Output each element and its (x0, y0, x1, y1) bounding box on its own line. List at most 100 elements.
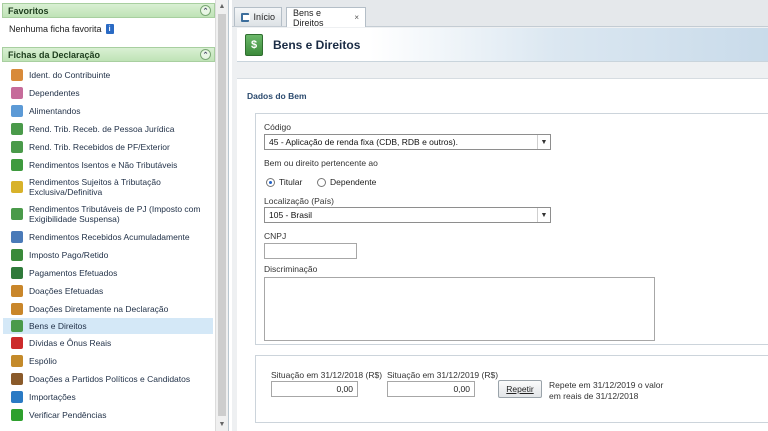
scroll-up-icon[interactable]: ▲ (216, 0, 228, 13)
section-label: Dados do Bem (247, 91, 307, 101)
home-icon (241, 12, 251, 22)
repetir-note: Repete em 31/12/2019 o valor em reais de… (549, 380, 663, 402)
discriminacao-textarea[interactable] (264, 277, 655, 341)
sidebar-item-label: Dependentes (29, 88, 80, 98)
sidebar-item[interactable]: Rendimentos Recebidos Acumuladamente (3, 228, 213, 246)
favoritos-empty-text: Nenhuma ficha favorita (9, 24, 102, 34)
sidebar-item-label: Importações (29, 392, 76, 402)
sidebar-item[interactable]: Doações Diretamente na Declaração (3, 300, 213, 318)
sidebar-item[interactable]: Espólio (3, 352, 213, 370)
sidebar-item[interactable]: Rendimentos Tributáveis de PJ (Imposto c… (3, 200, 213, 228)
sidebar-item-label: Doações a Partidos Políticos e Candidato… (29, 374, 191, 384)
warning-document-icon (11, 181, 23, 193)
sidebar-item[interactable]: Dívidas e Ônus Reais (3, 334, 213, 352)
donation-icon (11, 285, 23, 297)
political-donation-icon (11, 373, 23, 385)
scroll-down-icon[interactable]: ▼ (216, 418, 228, 431)
collapse-favoritos-icon[interactable]: ⌃ (200, 5, 211, 16)
dependente-radio[interactable]: Dependente (317, 177, 376, 187)
sidebar-scrollbar[interactable]: ▲ ▼ (215, 0, 228, 431)
cnpj-label: CNPJ (264, 231, 287, 241)
money-arrow-icon (11, 123, 23, 135)
repetir-note-line1: Repete em 31/12/2019 o valor (549, 380, 664, 390)
tab-inicio[interactable]: Início (234, 7, 282, 26)
sidebar-item[interactable]: Imposto Pago/Retido (3, 246, 213, 264)
sidebar-item[interactable]: Importações (3, 388, 213, 406)
sidebar-item-label: Rend. Trib. Receb. de Pessoa Jurídica (29, 124, 175, 134)
codigo-select[interactable]: 45 - Aplicação de renda fixa (CDB, RDB e… (264, 134, 551, 150)
sidebar-item-label: Dívidas e Ônus Reais (29, 338, 112, 348)
money-warning-icon (11, 208, 23, 220)
donation-direct-icon (11, 303, 23, 315)
codigo-value: 45 - Aplicação de renda fixa (CDB, RDB e… (269, 137, 458, 147)
sidebar-item[interactable]: Dependentes (3, 84, 213, 102)
dependente-label: Dependente (330, 177, 377, 187)
favoritos-header[interactable]: Favoritos ⌃ (2, 3, 215, 18)
family-icon (11, 87, 23, 99)
sidebar-item-label: Rendimentos Recebidos Acumuladamente (29, 232, 190, 242)
radio-selected-icon[interactable] (266, 177, 275, 187)
sidebar-item[interactable]: Pagamentos Efetuados (3, 264, 213, 282)
sidebar-item[interactable]: Doações a Partidos Políticos e Candidato… (3, 370, 213, 388)
radio-unselected-icon[interactable] (317, 177, 326, 187)
sidebar-item-label: Rend. Trib. Recebidos de PF/Exterior (29, 142, 170, 152)
fichas-title: Fichas da Declaração (8, 49, 101, 60)
page-title: Bens e Direitos (273, 37, 361, 52)
situacao-2019-label: Situação em 31/12/2019 (R$) (387, 370, 499, 380)
situacao-panel: Situação em 31/12/2018 (R$) 0,00 Situaçã… (255, 355, 768, 423)
sidebar-item-label: Verificar Pendências (29, 410, 107, 420)
scrollbar-thumb[interactable] (218, 14, 226, 416)
discriminacao-label: Discriminação (264, 264, 318, 274)
repetir-button[interactable]: Repetir (498, 380, 542, 398)
localizacao-select[interactable]: 105 - Brasil ▼ (264, 207, 551, 223)
titular-label: Titular (279, 177, 303, 187)
tab-bens-direitos-label: Bens e Direitos (293, 7, 324, 28)
sidebar-item-label: Rendimentos Isentos e Não Tributáveis (29, 160, 178, 170)
payment-card-icon (11, 267, 23, 279)
fichas-header[interactable]: Fichas da Declaração ⌃ (2, 47, 215, 62)
favoritos-title: Favoritos (8, 5, 49, 16)
cnpj-input[interactable] (264, 243, 357, 259)
fichas-list: Ident. do Contribuinte Dependentes Aliment… (3, 66, 213, 424)
tab-bens-direitos[interactable]: Bens e Direitos × (286, 7, 366, 28)
tab-bar: Início Bens e Direitos × (232, 0, 768, 28)
sidebar-item[interactable]: Ident. do Contribuinte (3, 66, 213, 84)
sidebar-item-label: Rendimentos Tributáveis de PJ (Imposto c… (29, 204, 201, 224)
checkmark-icon (11, 409, 23, 421)
sidebar-item[interactable]: Alimentandos (3, 102, 213, 120)
sidebar-item-label: Espólio (29, 356, 57, 366)
situacao-2019-input[interactable]: 0,00 (387, 381, 475, 397)
sidebar-item[interactable]: Rend. Trib. Recebidos de PF/Exterior (3, 138, 213, 156)
localizacao-label: Localização (País) (264, 196, 334, 206)
child-icon (11, 105, 23, 117)
check-document-icon (11, 159, 23, 171)
chevron-down-icon[interactable]: ▼ (537, 135, 550, 149)
sidebar-item[interactable]: Rendimentos Sujeitos à Tributação Exclus… (3, 174, 213, 200)
tax-paid-icon (11, 249, 23, 261)
collapse-fichas-icon[interactable]: ⌃ (200, 49, 211, 60)
favorite-info-icon[interactable]: i (105, 24, 114, 34)
repetir-note-line2: em reais de 31/12/2018 (549, 391, 639, 401)
assets-icon (11, 320, 23, 332)
close-tab-icon[interactable]: × (354, 13, 359, 22)
situacao-2018-input[interactable]: 0,00 (271, 381, 358, 397)
sidebar-item[interactable]: Rend. Trib. Receb. de Pessoa Jurídica (3, 120, 213, 138)
estate-icon (11, 355, 23, 367)
accumulated-document-icon (11, 231, 23, 243)
import-globe-icon (11, 391, 23, 403)
sidebar-item[interactable]: Doações Efetuadas (3, 282, 213, 300)
sidebar-item-label: Imposto Pago/Retido (29, 250, 109, 260)
person-icon (11, 69, 23, 81)
sidebar-item[interactable]: Rendimentos Isentos e Não Tributáveis (3, 156, 213, 174)
sidebar-item-label: Pagamentos Efetuados (29, 268, 118, 278)
chevron-down-icon[interactable]: ▼ (537, 208, 550, 222)
titular-radio[interactable]: Titular (266, 177, 302, 187)
tab-inicio-label: Início (253, 12, 275, 22)
codigo-label: Código (264, 122, 291, 132)
sidebar-item[interactable]: Bens e Direitos (3, 318, 213, 334)
form-content: Dados do Bem Código 45 - Aplicação de re… (237, 78, 768, 431)
pertencente-label: Bem ou direito pertencente ao (264, 158, 378, 168)
sidebar: Favoritos ⌃ Nenhuma ficha favorita i Fic… (0, 0, 229, 431)
sidebar-item[interactable]: Verificar Pendências (3, 406, 213, 424)
sidebar-item-label: Alimentandos (29, 106, 81, 116)
